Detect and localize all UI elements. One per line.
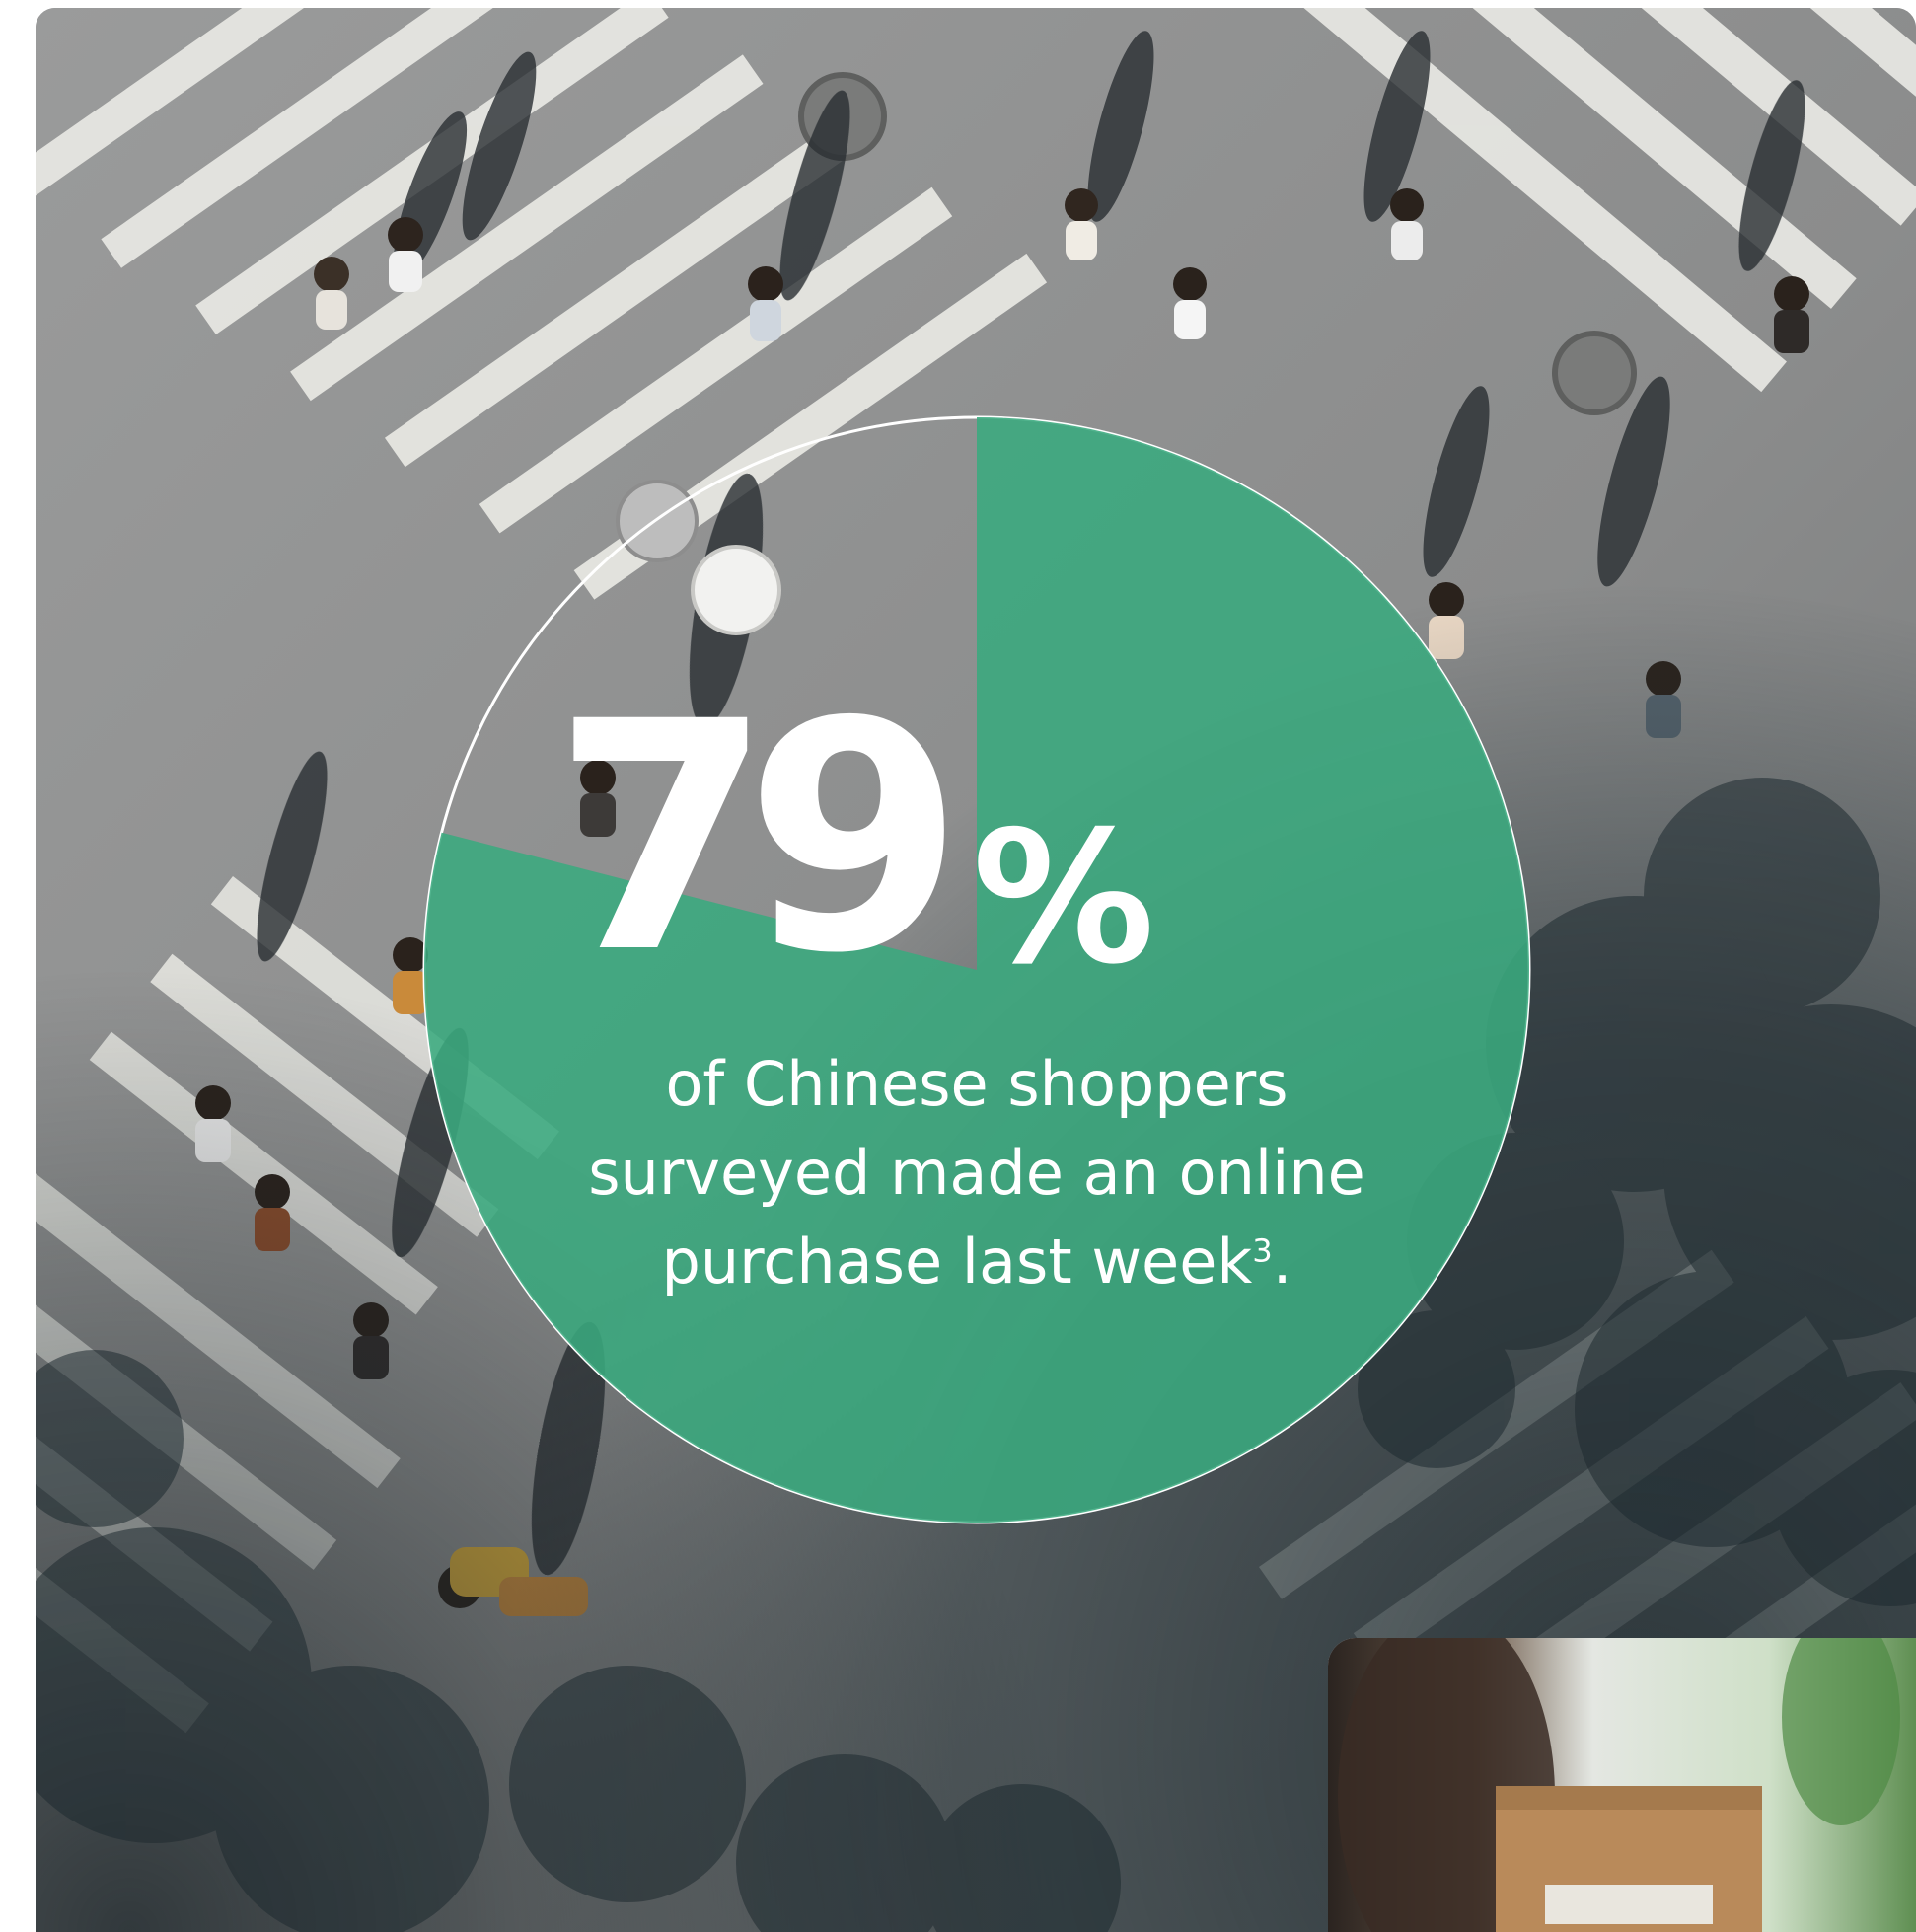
footnote-marker: 3 (1252, 1231, 1273, 1270)
parcel-thumbnail-scene (1328, 1638, 1916, 1932)
stat-caption-text: of Chinese shoppers surveyed made an onl… (588, 1048, 1365, 1298)
stat-caption-end: . (1272, 1226, 1292, 1298)
stat-caption: of Chinese shoppers surveyed made an onl… (523, 1040, 1431, 1306)
stat-number: 79 (553, 655, 964, 1022)
parcel-thumbnail-photo (1328, 1638, 1916, 1932)
stat-percent-sign: % (972, 791, 1155, 1004)
parcel-label (1545, 1885, 1713, 1924)
stat-value: 79 % (553, 681, 1460, 1036)
